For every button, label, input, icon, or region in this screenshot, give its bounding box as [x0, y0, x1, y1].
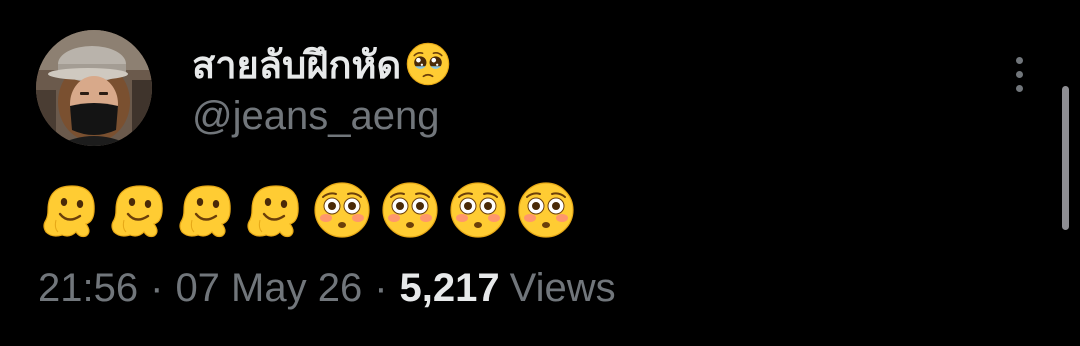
scrollbar[interactable] [1062, 86, 1069, 230]
meta-separator: · [150, 266, 164, 310]
avatar-photo [36, 30, 152, 146]
flushed-face-icon [314, 182, 370, 238]
tweet-date[interactable]: 07 May 26 [175, 266, 362, 311]
user-handle[interactable]: @jeans_aeng [192, 94, 439, 139]
display-name-row[interactable]: สายลับฝึกหัด [192, 36, 451, 92]
display-name[interactable]: สายลับฝึกหัด [192, 34, 401, 95]
tweet-container: สายลับฝึกหัด @jeans_aeng 21:56 · 07 May … [0, 0, 1080, 346]
tweet-time[interactable]: 21:56 [38, 266, 138, 311]
flushed-face-icon [450, 182, 506, 238]
pleading-face-icon [406, 42, 450, 86]
melting-face-icon [111, 185, 163, 238]
views-label[interactable]: Views [510, 266, 616, 311]
melting-face-icon [43, 185, 95, 238]
tweet-meta: 21:56 · 07 May 26 · 5,217 Views [38, 266, 616, 311]
avatar[interactable] [36, 30, 152, 146]
meta-separator: · [374, 266, 388, 310]
more-options-button[interactable] [1005, 55, 1035, 95]
more-options-icon [1016, 57, 1023, 64]
flushed-face-icon [382, 182, 438, 238]
tweet-text [40, 180, 576, 240]
melting-face-icon [179, 185, 231, 238]
views-count[interactable]: 5,217 [400, 266, 500, 311]
melting-face-icon [247, 185, 299, 238]
flushed-face-icon [518, 182, 574, 238]
